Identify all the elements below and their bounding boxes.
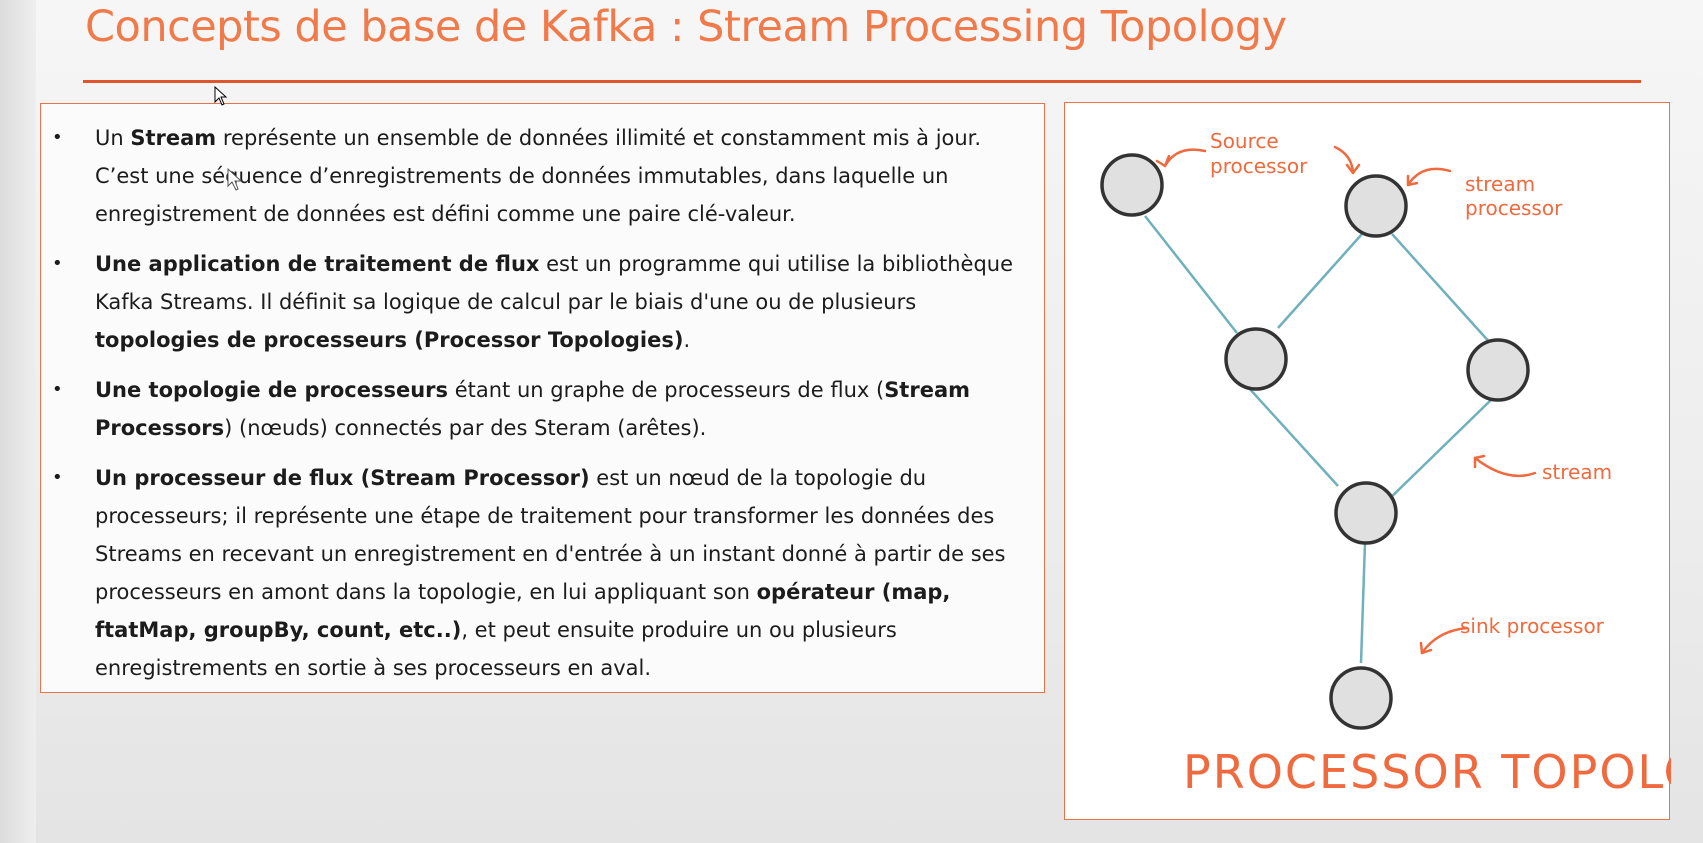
bullet-text-box: Un Stream représente un ensemble de donn… — [40, 103, 1045, 693]
edge-stream-to-right — [1391, 233, 1493, 346]
bullet-item: Un processeur de flux (Stream Processor)… — [52, 459, 1020, 687]
node-middle-right — [1466, 338, 1530, 402]
slide: Concepts de base de Kafka : Stream Proce… — [0, 0, 1703, 843]
label-stream-processor-line1: stream — [1465, 172, 1535, 196]
bullet-text: . — [683, 328, 691, 352]
topology-svg: Source processor stream processor stream… — [1100, 129, 1671, 799]
mouse-pointer-ghost-icon — [227, 168, 243, 191]
node-middle-left — [1224, 327, 1288, 391]
edge-right-to-lower — [1384, 398, 1493, 504]
label-source-line1: Source — [1210, 129, 1279, 153]
mouse-pointer-icon — [214, 86, 228, 106]
bullet-bold-text: topologies de processeurs (Processor Top… — [95, 328, 684, 352]
annotation-arrows — [1155, 145, 1537, 655]
edge-stream-to-mid — [1277, 233, 1363, 329]
title-underline — [83, 80, 1641, 83]
bullet-item: Une application de traitement de flux es… — [52, 245, 1020, 359]
bullet-item: Une topologie de processeurs étant un gr… — [52, 371, 1020, 447]
bullet-text: Un — [95, 126, 131, 150]
node-source-processor — [1100, 153, 1164, 217]
bullet-text: étant un graphe de processeurs de flux ( — [448, 378, 885, 402]
diagram-caption: PROCESSOR TOPOLOGY — [1183, 745, 1671, 799]
arrow-source-left — [1163, 148, 1207, 168]
arrow-stream — [1473, 456, 1537, 478]
topology-edges — [1144, 215, 1493, 664]
bullet-bold-text: Stream — [130, 126, 217, 150]
label-stream: stream — [1542, 460, 1612, 484]
label-stream-processor-line2: processor — [1465, 196, 1563, 220]
edge-source-to-mid — [1144, 215, 1238, 334]
bullet-bold-text: Une topologie de processeurs — [95, 378, 449, 402]
processor-topology-diagram: Source processor stream processor stream… — [1064, 102, 1671, 820]
node-sink-processor — [1329, 666, 1393, 730]
edge-lower-to-sink — [1359, 541, 1367, 664]
bullet-text: ) (nœuds) connectés par des Steram (arêt… — [224, 416, 707, 440]
label-sink-processor: sink processor — [1460, 614, 1605, 638]
slide-title: Concepts de base de Kafka : Stream Proce… — [85, 2, 1287, 52]
node-lower — [1334, 481, 1398, 545]
node-stream-processor — [1344, 174, 1408, 238]
bullet-list: Un Stream représente un ensemble de donn… — [52, 119, 1020, 687]
label-source-line2: processor — [1210, 154, 1308, 178]
edge-mid-to-lower — [1247, 386, 1339, 487]
bullet-bold-text: Un processeur de flux (Stream Processor) — [95, 466, 590, 490]
bullet-bold-text: Une application de traitement de flux — [95, 252, 540, 276]
slide-left-margin — [0, 0, 36, 843]
